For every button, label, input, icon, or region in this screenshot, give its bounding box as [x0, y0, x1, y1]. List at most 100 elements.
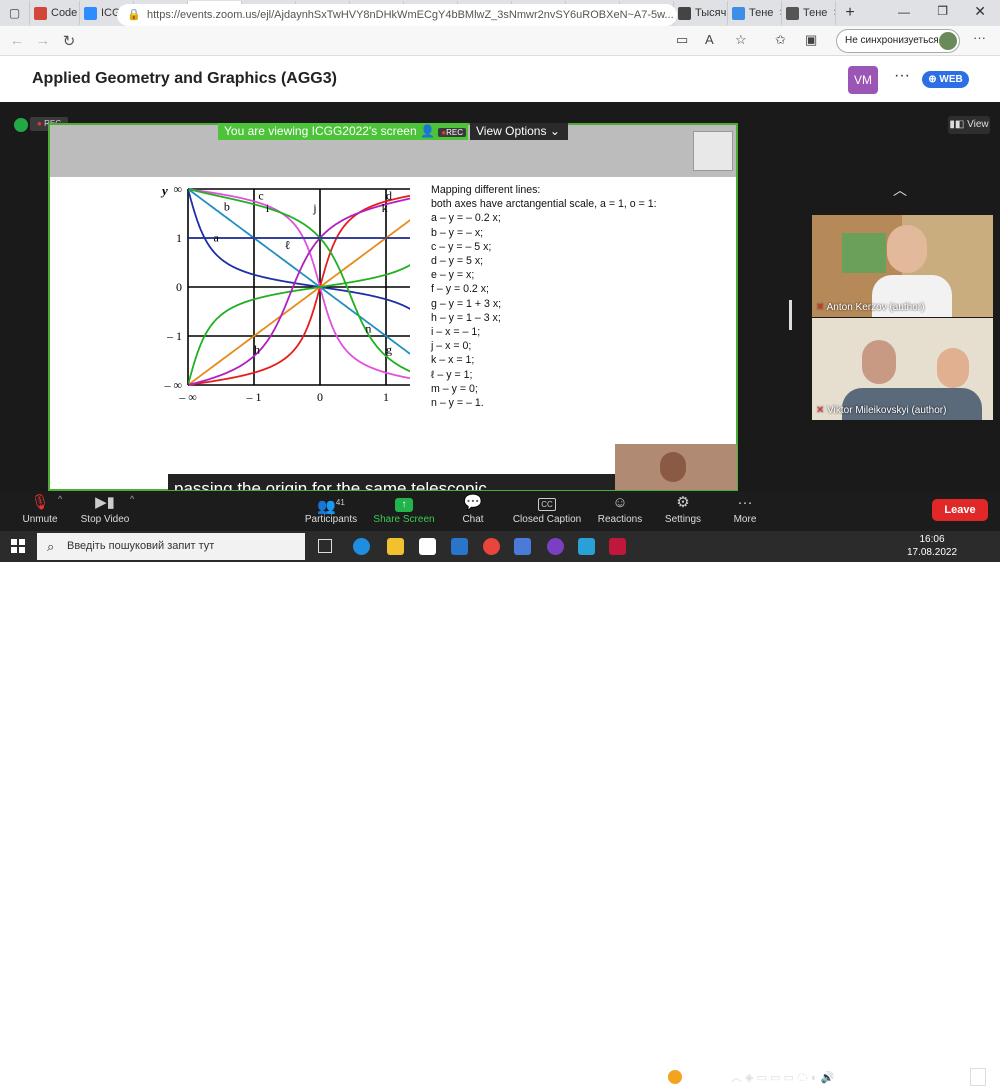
tab-actions-icon[interactable]: ▢: [0, 1, 30, 25]
legend-line: g – y = 1 + 3 x;: [431, 297, 502, 310]
settings-label: Settings: [664, 514, 702, 525]
legend-line: c – y = – 5 x;: [431, 240, 492, 253]
browser-menu-icon[interactable]: ···: [973, 30, 986, 45]
store-icon[interactable]: [419, 538, 436, 555]
legend-line: ℓ – y = 1;: [431, 368, 473, 381]
web-badge[interactable]: ⊕ WEB: [922, 71, 969, 88]
more-options-icon[interactable]: ···: [894, 67, 910, 85]
notification-center-icon[interactable]: 2: [970, 1068, 986, 1086]
search-icon: ⌕: [47, 539, 55, 554]
taskbar-search[interactable]: ⌕ Введіть пошуковий запит тут: [37, 533, 305, 560]
mapping-plot: ∞10– 1– ∞– ∞– 101∞yxabcdefghijkℓmn: [160, 182, 410, 404]
mic-muted-icon: ✕: [816, 302, 825, 313]
chevron-up-icon[interactable]: ^: [58, 494, 62, 504]
stop-video-label: Stop Video: [80, 514, 130, 525]
clock-time: 16:06: [919, 534, 945, 545]
chat-label: Chat: [462, 514, 484, 525]
wikipedia-icon: [678, 6, 691, 20]
collections-icon[interactable]: ▣: [805, 32, 817, 48]
participant-tile-2[interactable]: ✕ Viktor Mileikovskyi (author): [812, 318, 993, 420]
app-icon[interactable]: [514, 538, 531, 555]
sync-button[interactable]: Не синхронизуеться: [836, 29, 960, 53]
y-tick-label: 0: [176, 280, 182, 294]
favorite-star-icon[interactable]: ☆: [735, 32, 747, 48]
chat-button[interactable]: 💬 Chat: [433, 491, 513, 531]
url-field[interactable]: 🔒 https://events.zoom.us/ejl/AjdaynhSxTw…: [117, 4, 677, 26]
more-label: More: [733, 514, 757, 525]
app-icon-2[interactable]: [609, 538, 626, 555]
new-tab-icon[interactable]: +: [836, 1, 864, 25]
read-aloud-icon[interactable]: A: [705, 32, 714, 47]
participant-name-text: Anton Kerzov (author): [826, 302, 925, 313]
x-tick-label: – ∞: [178, 390, 197, 404]
browser-tab[interactable]: Тене×: [782, 1, 836, 25]
globe-icon: [786, 6, 799, 20]
minimize-icon[interactable]: —: [898, 5, 910, 19]
maximize-icon[interactable]: ❐: [937, 4, 948, 18]
share-screen-button[interactable]: ↑ Share Screen: [364, 491, 444, 531]
clock-date: 17.08.2022: [906, 547, 958, 558]
conference-logo: [693, 131, 733, 171]
windows-start-icon[interactable]: [11, 539, 25, 553]
search-placeholder: Введіть пошуковий запит тут: [67, 540, 215, 552]
share-icon: ↑: [364, 492, 444, 514]
participant-face: [887, 225, 927, 273]
edge-icon[interactable]: [353, 538, 370, 555]
file-explorer-icon[interactable]: [387, 538, 404, 555]
user-avatar[interactable]: VM: [848, 66, 878, 94]
language-indicator[interactable]: РУС: [880, 1072, 900, 1083]
view-label: View: [967, 119, 989, 130]
mail-icon[interactable]: [451, 538, 468, 555]
gmail-icon: [34, 6, 47, 20]
share-screen-label: Share Screen: [373, 514, 435, 525]
view-button[interactable]: ▮◧ View: [948, 116, 990, 134]
leave-button[interactable]: Leave: [932, 499, 988, 521]
curve-label-a: a: [213, 230, 219, 244]
chrome-icon[interactable]: [483, 538, 500, 555]
browser-tab[interactable]: Тене×: [728, 1, 782, 25]
x-tick-label: – 1: [246, 390, 262, 404]
chevron-up-icon[interactable]: ^: [130, 494, 134, 504]
windows-logo-icon: [11, 539, 25, 553]
closed-caption-button[interactable]: CC Closed Caption: [507, 491, 587, 531]
person-icon: 👤: [419, 124, 435, 138]
legend-line: h – y = 1 – 3 x;: [431, 311, 501, 324]
taskbar-clock[interactable]: 16:06 17.08.2022: [902, 533, 962, 559]
caption-text: passing the origin for the same telescop…: [168, 474, 618, 490]
reload-icon[interactable]: ↻: [56, 32, 82, 50]
telegram-icon[interactable]: [578, 538, 595, 555]
legend-line: both axes have arctangential scale, a = …: [431, 198, 657, 211]
task-view-icon[interactable]: [318, 539, 332, 553]
participant-tile-1[interactable]: ✕ Anton Kerzov (author): [812, 215, 993, 317]
legend-line: j – x = 0;: [431, 340, 472, 353]
participants-button[interactable]: 👥41 Participants: [291, 491, 371, 531]
view-options-label: View Options: [476, 124, 547, 138]
more-button[interactable]: ··· More: [705, 491, 785, 531]
lock-icon: 🔒: [127, 9, 141, 21]
sync-label: Не синхронизуеться: [845, 35, 939, 46]
forward-icon[interactable]: →: [30, 32, 56, 49]
browser-tab[interactable]: Code×: [30, 1, 80, 25]
legend-line: b – y = – x;: [431, 226, 484, 239]
curve-label-n: n: [365, 322, 371, 336]
cc-badge: CC: [538, 498, 556, 511]
globe-icon: ⊕: [928, 74, 940, 85]
tab-label: Тене: [749, 7, 774, 19]
chevron-up-icon[interactable]: ︿: [893, 180, 907, 200]
zoom-icon: [84, 6, 97, 20]
view-options-dropdown[interactable]: View Options ⌄: [470, 123, 568, 140]
browser-tab[interactable]: Тысяч×: [674, 1, 728, 25]
back-icon[interactable]: ←: [4, 32, 30, 49]
panel-resize-handle[interactable]: [789, 300, 792, 330]
y-tick-label: ∞: [173, 182, 182, 196]
view-icon: ▮◧: [949, 119, 968, 130]
curve-label-c: c: [258, 188, 263, 202]
tray-icons[interactable]: ︿ ◈ ▭ ▭ ▭ ☁ ◐ 🔊: [731, 1069, 834, 1085]
viber-icon[interactable]: [547, 538, 564, 555]
video-icon[interactable]: ▭: [676, 32, 688, 48]
participant-name: ✕ Anton Kerzov (author): [816, 302, 924, 313]
close-window-icon[interactable]: ✕: [974, 3, 986, 20]
closed-caption-label: Closed Caption: [512, 514, 582, 525]
legend-line: a – y = – 0.2 x;: [431, 212, 501, 225]
favorites-icon[interactable]: ✩: [775, 32, 786, 48]
